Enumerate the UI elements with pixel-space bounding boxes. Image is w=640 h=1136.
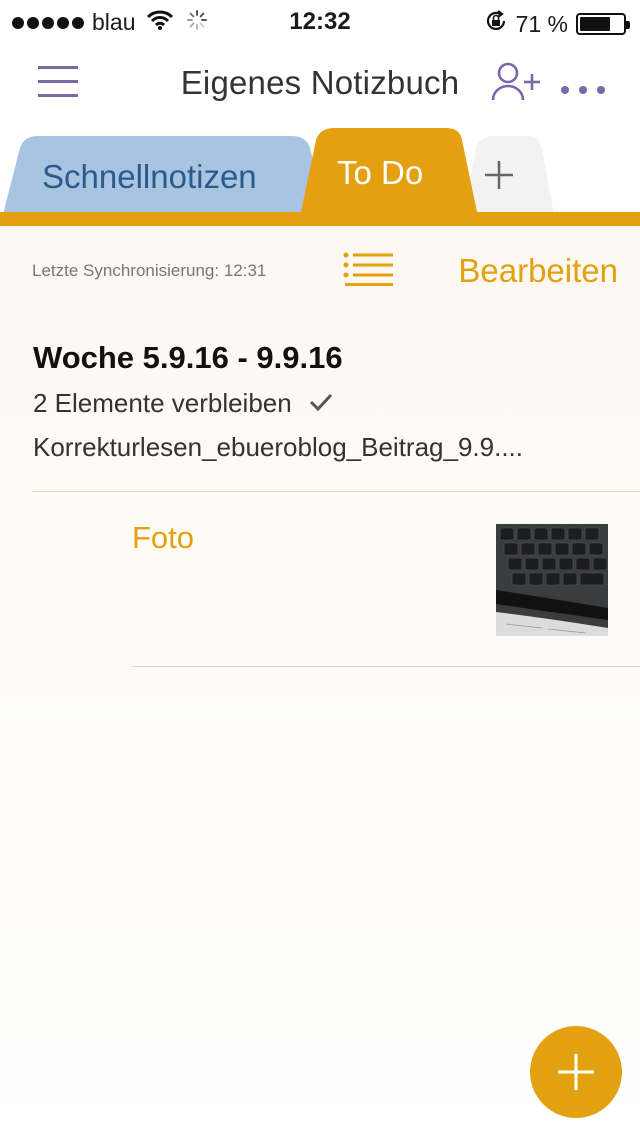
- section-item[interactable]: Woche 5.9.16 - 9.9.16 2 Elemente verblei…: [0, 326, 640, 492]
- screen: blau 12:32 71 % Eigenes Notizbuch Schnel…: [0, 0, 640, 1136]
- add-page-button[interactable]: [530, 1026, 622, 1118]
- page-preview: Korrekturlesen_ebueroblog_Beitrag_9.9...…: [33, 432, 523, 462]
- keyboard-photo-thumbnail: [496, 524, 608, 636]
- battery-icon: [576, 13, 630, 35]
- status-bar: blau 12:32 71 %: [0, 0, 640, 42]
- toolbar: Letzte Synchronisierung: 12:31 Bearbeite…: [0, 226, 640, 318]
- battery-fill: [580, 17, 610, 31]
- navigation-bar: Eigenes Notizbuch: [0, 42, 640, 128]
- add-person-icon: [491, 62, 540, 101]
- more-button[interactable]: [558, 80, 608, 100]
- section-remaining: 2 Elemente verbleiben: [33, 388, 333, 419]
- plus-icon: [485, 161, 513, 189]
- orientation-lock-icon: [484, 9, 508, 39]
- tab-schnellnotizen[interactable]: Schnellnotizen: [42, 158, 257, 196]
- section-title: Woche 5.9.16 - 9.9.16: [33, 340, 343, 375]
- page-item-foto[interactable]: Foto: [132, 492, 640, 667]
- section-tabs: Schnellnotizen To Do: [0, 128, 640, 226]
- share-button[interactable]: [490, 60, 546, 104]
- list-icon: [343, 252, 393, 286]
- page-title: Foto: [132, 520, 195, 555]
- checkmark-icon: [309, 388, 333, 418]
- more-icon: [561, 86, 605, 94]
- sync-status: Letzte Synchronisierung: 12:31: [32, 261, 267, 280]
- plus-icon: [558, 1054, 594, 1090]
- status-right: 71 %: [484, 9, 630, 39]
- content-area: Letzte Synchronisierung: 12:31 Bearbeite…: [0, 226, 640, 1136]
- tab-stripe: [0, 212, 640, 226]
- remaining-text: 2 Elemente verbleiben: [33, 388, 292, 418]
- view-toggle-button[interactable]: [343, 252, 393, 286]
- add-section-tab[interactable]: [482, 154, 516, 202]
- battery-percentage: 71 %: [515, 10, 568, 37]
- edit-button[interactable]: Bearbeiten: [458, 252, 618, 290]
- tab-to-do[interactable]: To Do: [337, 154, 423, 192]
- divider: [132, 666, 640, 667]
